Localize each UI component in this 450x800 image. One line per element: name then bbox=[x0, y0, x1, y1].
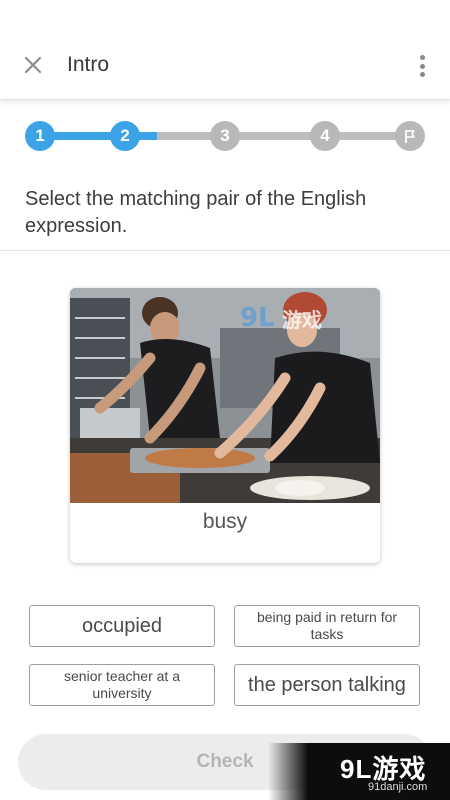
option-senior-teacher[interactable]: senior teacher at a university bbox=[29, 664, 215, 706]
more-vertical-icon[interactable] bbox=[412, 52, 432, 80]
option-occupied[interactable]: occupied bbox=[29, 605, 215, 647]
lesson-progress: 1 2 3 4 bbox=[0, 118, 450, 154]
finish-flag-icon bbox=[395, 121, 425, 151]
image-watermark: 9L 游戏 bbox=[240, 300, 350, 334]
option-being-paid[interactable]: being paid in return for tasks bbox=[234, 605, 420, 647]
image-watermark-text: 游戏 bbox=[282, 308, 322, 332]
progress-track-remaining bbox=[157, 132, 410, 140]
svg-text:9L: 9L bbox=[240, 303, 275, 333]
site-watermark: 9L游戏 91danji.com bbox=[268, 743, 450, 800]
progress-step-3: 3 bbox=[210, 121, 240, 151]
app-header: Intro bbox=[0, 0, 450, 100]
option-person-talking[interactable]: the person talking bbox=[234, 664, 420, 706]
close-icon[interactable] bbox=[20, 52, 46, 78]
card-word: busy bbox=[202, 510, 248, 533]
question-instruction: Select the matching pair of the English … bbox=[25, 188, 367, 237]
divider bbox=[0, 250, 450, 251]
progress-step-2: 2 bbox=[110, 121, 140, 151]
progress-step-1: 1 bbox=[25, 121, 55, 151]
site-watermark-domain: 91danji.com bbox=[368, 781, 428, 793]
page-title: Intro bbox=[67, 53, 110, 76]
progress-step-4: 4 bbox=[310, 121, 340, 151]
